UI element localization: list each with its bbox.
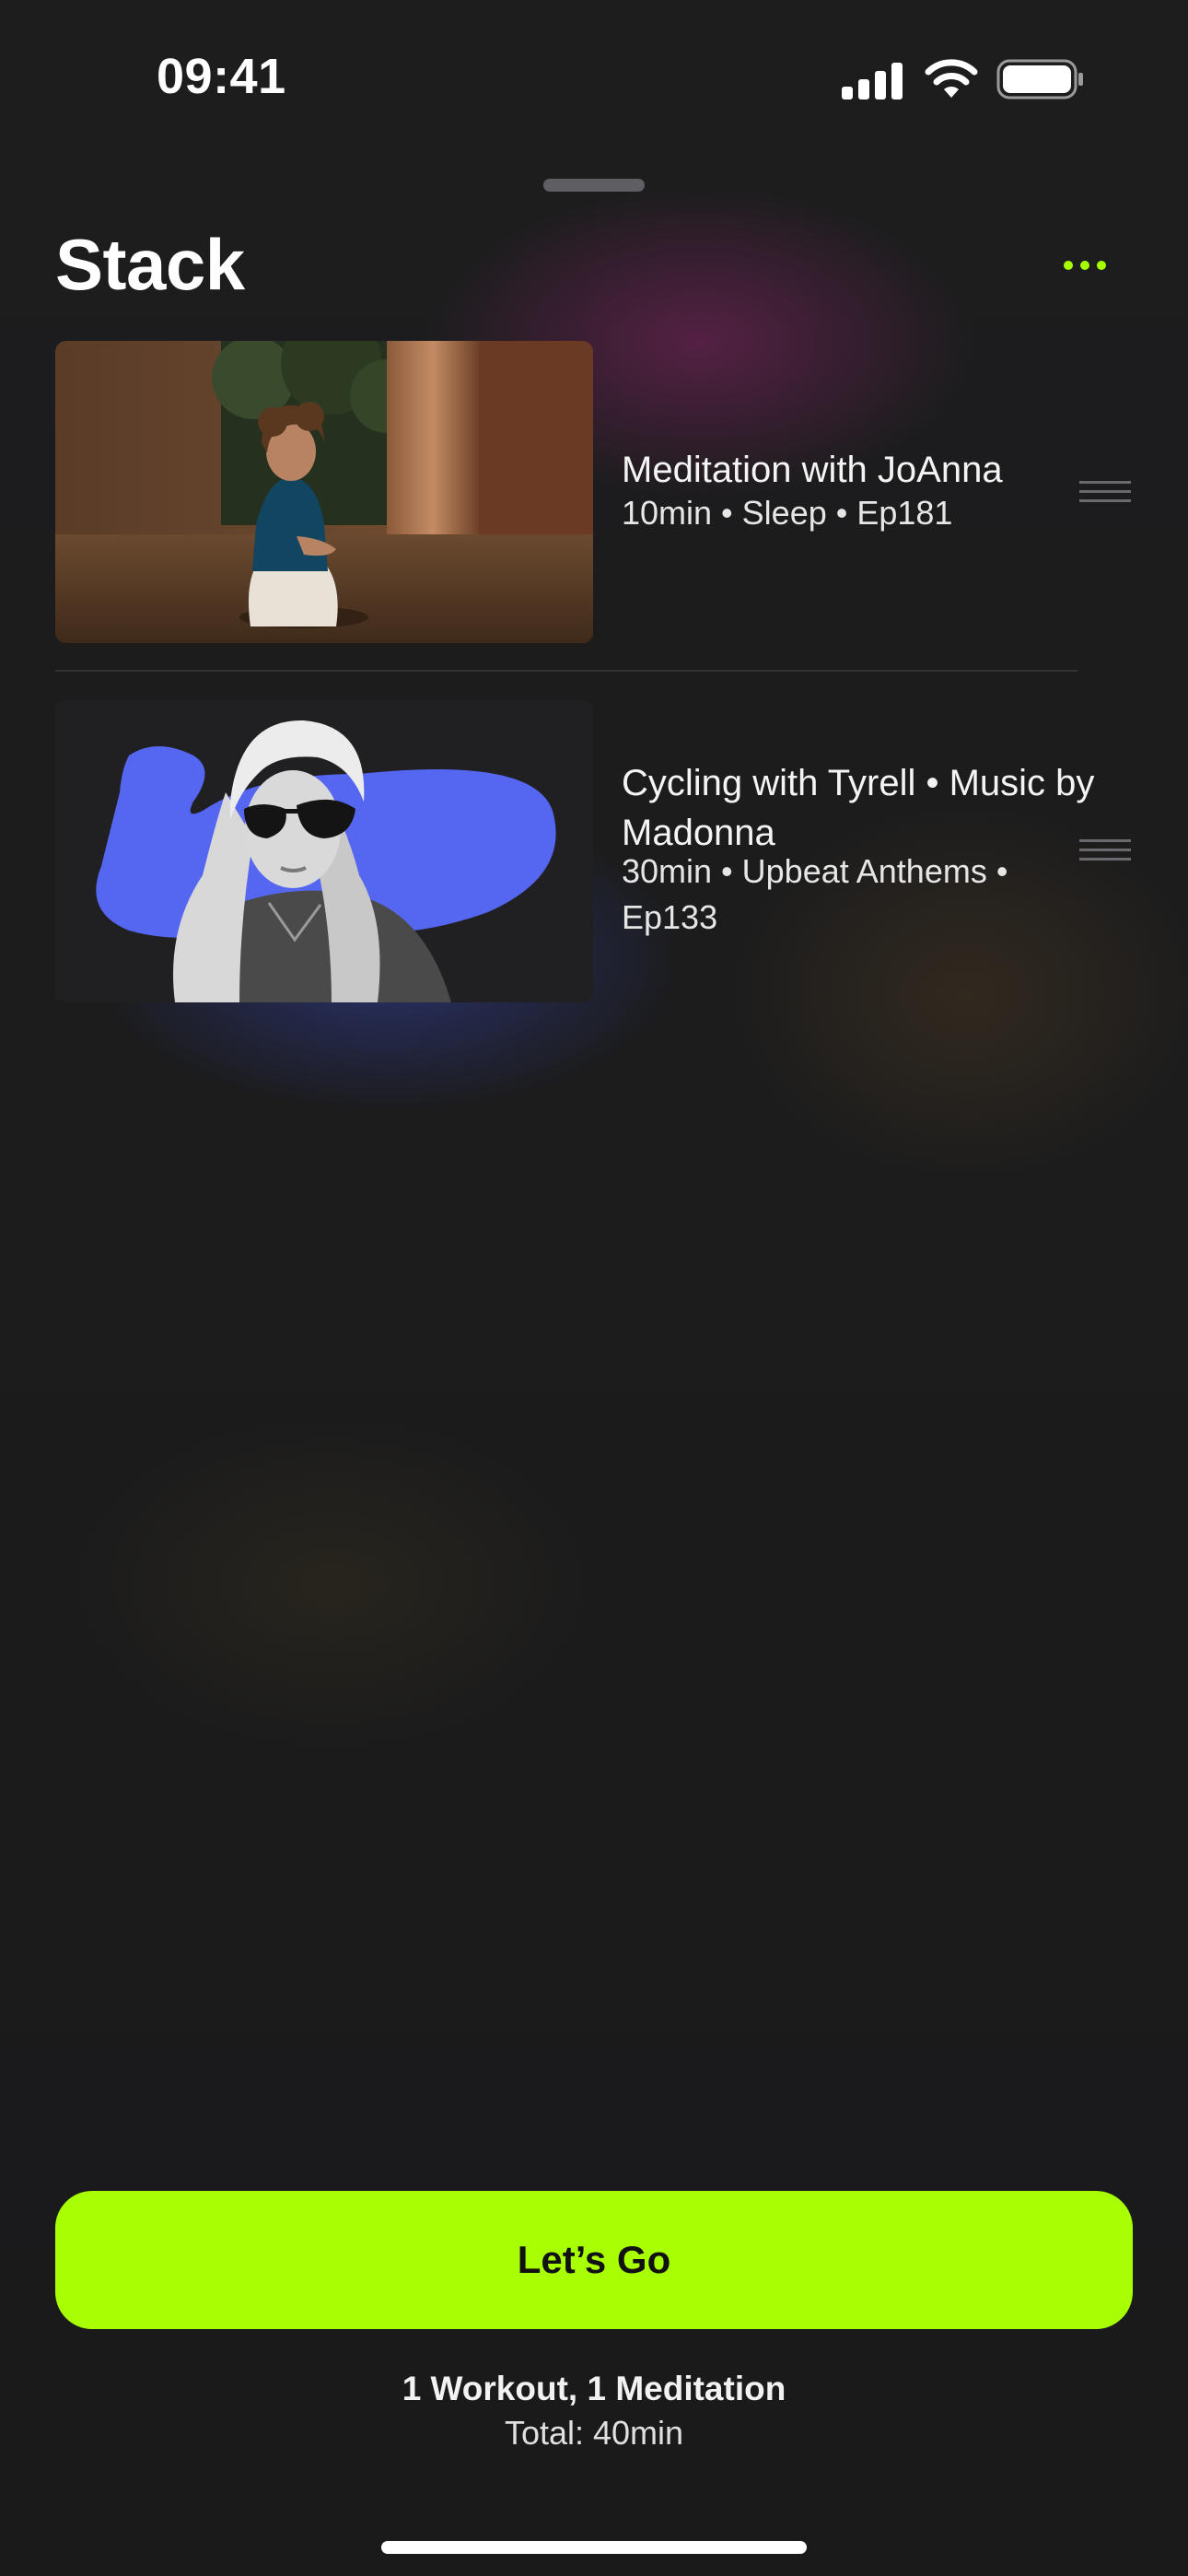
item-subtitle: 30min • Upbeat Anthems • Ep133	[622, 852, 1008, 936]
meditation-thumbnail	[55, 341, 593, 643]
lets-go-button[interactable]: Let’s Go	[55, 2191, 1133, 2329]
stack-total-duration: Total: 40min	[504, 2414, 684, 2452]
drag-handle-icon[interactable]	[1079, 837, 1131, 864]
row-divider	[55, 670, 1077, 672]
battery-icon	[996, 59, 1083, 100]
page-title: Stack	[55, 224, 245, 305]
stack-summary: 1 Workout, 1 Meditation	[402, 2370, 786, 2407]
cycling-thumbnail	[55, 700, 593, 1002]
ellipsis-icon[interactable]	[1057, 245, 1112, 286]
wifi-icon	[925, 59, 978, 98]
sheet-grabber[interactable]	[543, 179, 645, 192]
stack-sheet: 09:41 Stack Meditation with JoAnna 10min…	[0, 0, 1188, 2576]
status-time: 09:41	[157, 49, 286, 104]
item-title: Cycling with Tyrell • Music by Madonna	[622, 763, 1095, 853]
drag-handle-icon[interactable]	[1079, 478, 1131, 506]
item-subtitle: 10min • Sleep • Ep181	[622, 494, 953, 532]
list-item-cycling[interactable]: Cycling with Tyrell • Music by Madonna 3…	[55, 700, 1133, 1004]
list-item-meditation[interactable]: Meditation with JoAnna 10min • Sleep • E…	[55, 341, 1133, 645]
signal-icon	[842, 63, 903, 100]
home-indicator[interactable]	[381, 2541, 807, 2554]
item-title: Meditation with JoAnna	[622, 450, 1003, 490]
